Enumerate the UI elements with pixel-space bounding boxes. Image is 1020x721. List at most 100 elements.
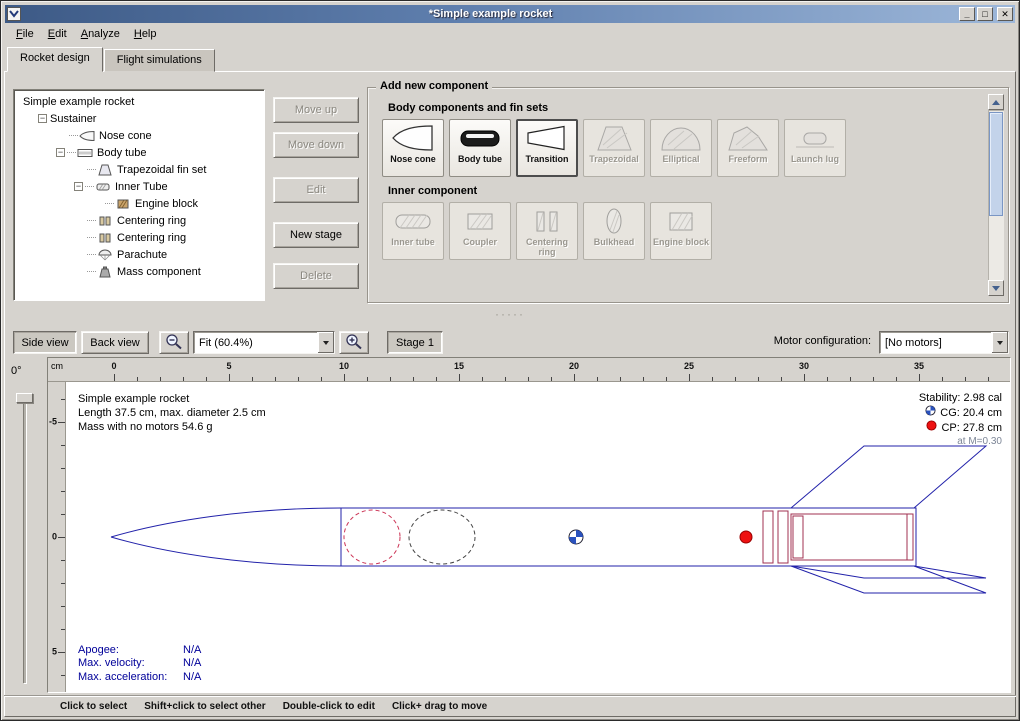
menu-help[interactable]: Help [127,26,164,42]
flight-data-row: Apogee:N/A [78,644,201,658]
zoom-in-button[interactable] [339,331,369,354]
scrollbar-track[interactable] [988,110,1004,280]
tree-item-label: Body tube [97,147,147,159]
tree-row[interactable]: Parachute [16,246,264,263]
scrollbar-thumb[interactable] [989,112,1003,216]
side-view-button[interactable]: Side view [13,331,77,354]
tree-row[interactable]: − Body tube [16,144,264,161]
ruler-tick [344,374,345,381]
motor-select-arrow[interactable] [991,332,1008,353]
scroll-up-button[interactable] [988,94,1004,110]
ruler-tick [919,374,920,381]
app-icon[interactable] [7,7,21,21]
nose-cone-outline[interactable] [111,508,341,566]
cg-marker [569,530,583,544]
stage-1-toggle[interactable]: Stage 1 [387,331,443,354]
zoom-select-arrow[interactable] [317,332,334,353]
body-tube-outline[interactable] [341,508,916,566]
ruler-tick [321,377,322,381]
add-centering-ring-button[interactable]: Centering ring [516,202,578,260]
inner-tube-outline[interactable] [791,514,913,560]
status-hint: Shift+click to select other [144,701,265,712]
menu-analyze[interactable]: Analyze [74,26,127,42]
component-button-label: Freeform [728,154,767,164]
ruler-tick [574,374,575,381]
centering-ring-outline[interactable] [763,511,788,563]
zoom-out-button[interactable] [159,331,189,354]
engine-block-outline [793,516,803,558]
menu-edit[interactable]: Edit [41,26,74,42]
component-panel-scrollbar[interactable] [988,94,1004,296]
centering-ring-icon [524,206,570,236]
tree-row[interactable]: Trapezoidal fin set [16,161,264,178]
tree-item-label: Trapezoidal fin set [117,164,206,176]
rotation-slider[interactable] [13,393,35,687]
tree-expander-icon[interactable]: − [38,114,47,123]
status-hint: Click to select [60,701,127,712]
ruler-tick [61,468,65,469]
add-inner-tube-button[interactable]: Inner tube [382,202,444,260]
stability-info-block: Stability: 2.98 cal CG: 20.4 cm CP: 27.8… [919,391,1002,449]
flight-data-row: Max. acceleration:N/A [78,671,201,685]
tree-row[interactable]: Nose cone [16,127,264,144]
zoom-select-value: Fit (60.4%) [194,337,317,349]
add-transition-button[interactable]: Transition [516,119,578,177]
tree-connector [105,203,114,204]
ruler-number: 5 [52,647,57,657]
new-stage-button[interactable]: New stage [273,222,359,248]
zoom-select[interactable]: Fit (60.4%) [193,331,335,354]
slider-track[interactable] [23,397,26,683]
add-engine-block-button[interactable]: Engine block [650,202,712,260]
move-down-button[interactable]: Move down [273,132,359,158]
component-tree[interactable]: Simple example rocket−SustainerNose cone… [13,89,265,301]
add-trapezoidal-button[interactable]: Trapezoidal [583,119,645,177]
rocket-name: Simple example rocket [78,392,266,406]
application-window: *Simple example rocket _ □ ✕ FileEditAna… [0,0,1020,721]
add-coupler-button[interactable]: Coupler [449,202,511,260]
window-title: *Simple example rocket [24,8,957,20]
mass-component-outline[interactable] [409,510,475,564]
close-button[interactable]: ✕ [997,7,1013,21]
menu-file[interactable]: File [9,26,41,42]
add-launch-lug-button[interactable]: Launch lug [784,119,846,177]
tab-flight-simulations[interactable]: Flight simulations [104,49,215,72]
edit-button[interactable]: Edit [273,177,359,203]
tree-row[interactable]: Engine block [16,195,264,212]
tab-rocket-design[interactable]: Rocket design [7,47,103,72]
ruler-tick [643,377,644,381]
tree-item-label: Mass component [117,266,201,278]
cp-marker [740,531,752,543]
move-up-button[interactable]: Move up [273,97,359,123]
arrow-down-icon [992,286,1000,291]
parachute-outline[interactable] [344,510,400,564]
tree-row[interactable]: −Inner Tube [16,178,264,195]
splitter-handle[interactable]: ····· [1,307,1019,321]
back-view-button[interactable]: Back view [81,331,149,354]
delete-button[interactable]: Delete [273,263,359,289]
slider-handle[interactable] [16,393,33,403]
tree-row[interactable]: Mass component [16,263,264,280]
fin-set-outline[interactable] [791,446,986,593]
motor-configuration-select[interactable]: [No motors] [879,331,1009,354]
add-freeform-button[interactable]: Freeform [717,119,779,177]
minimize-button[interactable]: _ [959,7,975,21]
tree-expander-icon[interactable]: − [56,148,65,157]
maximize-button[interactable]: □ [977,7,993,21]
tree-row[interactable]: −Sustainer [16,110,264,127]
scroll-down-button[interactable] [988,280,1004,296]
add-nose-cone-button[interactable]: Nose cone [382,119,444,177]
ruler-tick [61,583,65,584]
tree-row[interactable]: Centering ring [16,229,264,246]
elliptical-icon [658,123,704,153]
tree-row[interactable]: Centering ring [16,212,264,229]
add-body-tube-button[interactable]: Body tube [449,119,511,177]
flight-data-block: Apogee:N/AMax. velocity:N/AMax. accelera… [78,644,201,685]
tree-expander-icon[interactable]: − [74,182,83,191]
ruler-tick [137,377,138,381]
zoom-out-icon [165,333,183,353]
tree-row[interactable]: Simple example rocket [16,93,264,110]
rocket-drawing-area[interactable]: Simple example rocket Length 37.5 cm, ma… [66,382,1010,692]
add-bulkhead-button[interactable]: Bulkhead [583,202,645,260]
add-elliptical-button[interactable]: Elliptical [650,119,712,177]
title-bar[interactable]: *Simple example rocket _ □ ✕ [5,5,1015,23]
